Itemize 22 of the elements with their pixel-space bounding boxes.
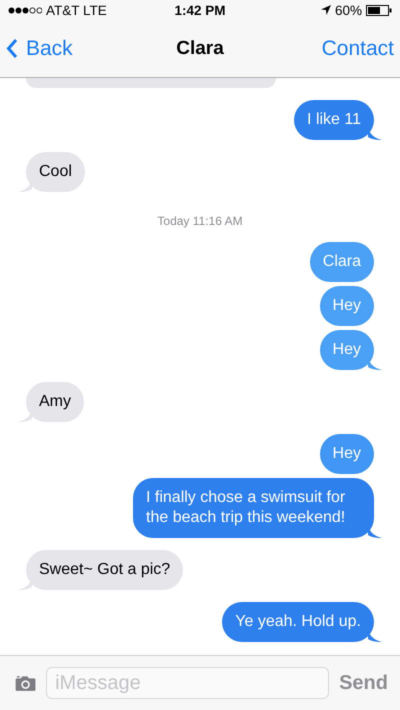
battery-icon (366, 4, 392, 16)
chevron-left-icon (6, 38, 18, 59)
message-bubble: Ye yeah. Hold up. (222, 602, 374, 642)
clock-time: 1:42 PM (174, 2, 226, 18)
battery-percent: 60% (334, 2, 362, 18)
message-bubble: Hey (320, 330, 374, 370)
back-button[interactable]: Back (6, 36, 73, 60)
message-bubble: Hey (320, 434, 374, 474)
send-button[interactable]: Send (339, 672, 388, 694)
carrier-label: AT&T LTE (46, 2, 107, 18)
message-bubble: Sweet~ Got a pic? (26, 550, 184, 590)
message-bubble: Hey (320, 286, 374, 326)
contact-button[interactable]: Contact (322, 36, 394, 60)
timestamp: Today 11:16 AM (157, 214, 243, 228)
signal-icon (8, 6, 42, 14)
conversation-title: Clara (176, 38, 224, 60)
location-arrow-icon (320, 5, 331, 15)
message-bubble: I like 11 (294, 100, 374, 140)
message-bubble: I finally chose a swimsuit for the beach trip this weekend! (133, 478, 374, 538)
message-bubble: Amy (26, 382, 84, 422)
message-bubble: Clara (310, 242, 374, 282)
message-bubble: Cool (26, 152, 85, 192)
